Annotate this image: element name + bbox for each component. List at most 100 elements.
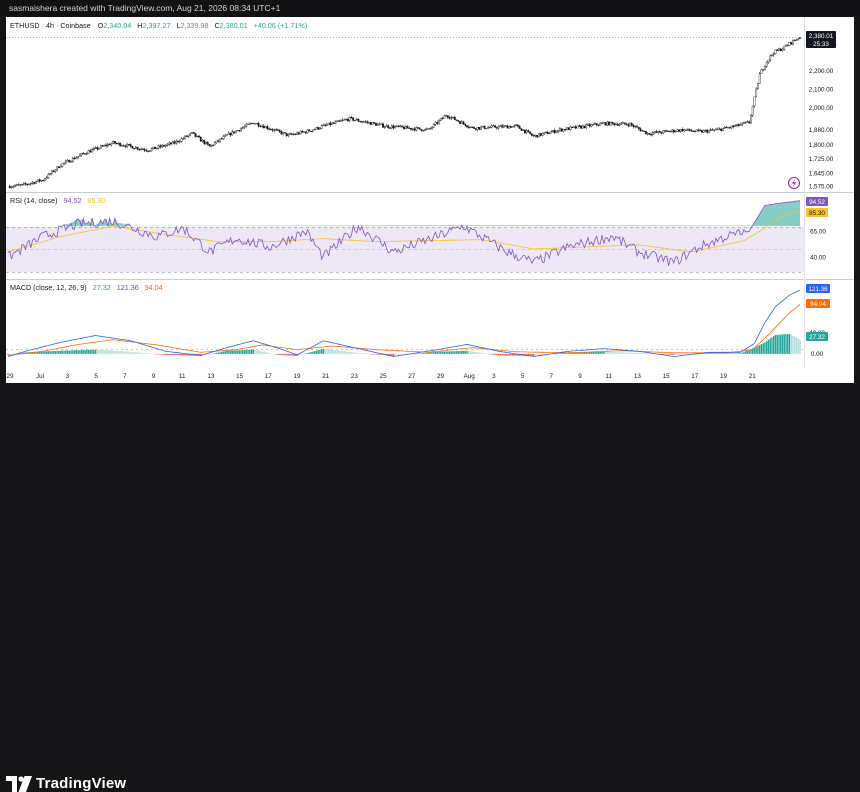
candle-body [658,131,661,133]
candle [646,132,649,136]
candle-body [569,126,572,130]
candle-body [581,125,584,129]
candle-body [678,129,680,132]
candle-body [757,83,759,90]
candle [369,121,372,125]
candle [658,130,661,133]
candle [706,128,709,134]
candle [604,122,607,126]
candle-body [347,119,349,122]
candle [84,153,86,155]
candle-body [231,131,234,136]
histogram-bar [231,350,233,354]
candle-body [380,123,383,125]
histogram-bar [135,352,137,354]
candle [299,130,302,135]
histogram-bar [115,350,118,354]
histogram-bar [711,353,714,354]
candle [566,127,568,131]
histogram-bar [91,349,93,354]
histogram-bar [219,352,221,354]
candle [15,184,18,187]
candle-body [536,134,539,138]
candle [406,125,409,129]
histogram-bar [664,353,666,355]
candle-body [43,178,46,181]
candle [797,38,800,41]
candle [459,120,461,125]
candle [422,130,425,132]
candle [170,142,172,146]
histogram-bar [469,351,472,354]
lightning-icon[interactable] [787,176,801,190]
candle-body [767,59,770,63]
rsi-tick-label: 40.00 [810,255,826,262]
time-tick-label: 21 [749,373,757,380]
histogram-bar [236,350,239,354]
candle [667,130,670,133]
chart-frame: 1,575.00 1,645.00 1,725.00 1,800.00 1,880.00… [6,17,854,383]
candle [189,132,192,137]
histogram-bar [347,351,349,354]
candle-body [431,126,433,129]
candle-body [68,159,71,163]
candle-body [259,125,262,127]
candle [718,127,721,131]
candle-body [559,128,561,131]
candle [439,117,442,122]
candle-body [375,123,377,126]
candle [85,152,88,156]
candle-body [439,117,442,121]
histogram-bar [662,353,665,355]
candle [534,134,537,138]
candle [434,120,437,126]
candle [247,123,249,125]
rsi-badge-text: 94.52 [809,199,825,206]
histogram-bar [7,353,9,355]
candle [613,122,616,127]
candle-body [290,133,293,135]
candle [713,129,716,132]
candle [308,129,311,132]
candle [452,116,454,119]
candle [453,115,456,121]
candle [481,125,484,128]
histogram-bar [392,353,395,356]
candle-body [236,130,239,132]
candle-body [317,127,320,130]
candle-body [273,129,276,131]
candle [318,127,321,131]
candle [338,119,341,123]
histogram-bar [142,352,144,354]
candle-body [681,128,684,132]
candle-body [466,125,468,128]
candle [390,124,393,130]
candle [520,128,523,131]
candle [29,182,32,186]
candle-body [732,125,735,127]
candle-body [527,130,530,132]
histogram-bar [301,353,304,355]
candle [552,129,554,133]
candle-body [40,179,43,182]
time-tick-label: 29 [437,373,445,380]
macd-legend-hist: 27.32 [93,283,111,292]
candle [683,128,686,132]
histogram-bar [129,351,132,354]
candle [283,132,286,134]
chart-svg[interactable]: 1,575.00 1,645.00 1,725.00 1,800.00 1,880.00… [6,17,854,383]
candle [145,148,148,152]
histogram-bar [394,353,396,356]
candle-body [206,142,209,145]
histogram-bar [373,353,375,355]
candle-body [529,131,532,135]
rsi-overbought-fill [58,200,801,227]
candle-body [548,132,551,135]
candle [692,130,695,132]
histogram-bar [431,352,433,354]
candle [474,128,477,131]
candle [441,116,444,120]
time-tick-label: 19 [293,373,301,380]
candle-body [89,150,92,153]
candle [143,147,146,153]
